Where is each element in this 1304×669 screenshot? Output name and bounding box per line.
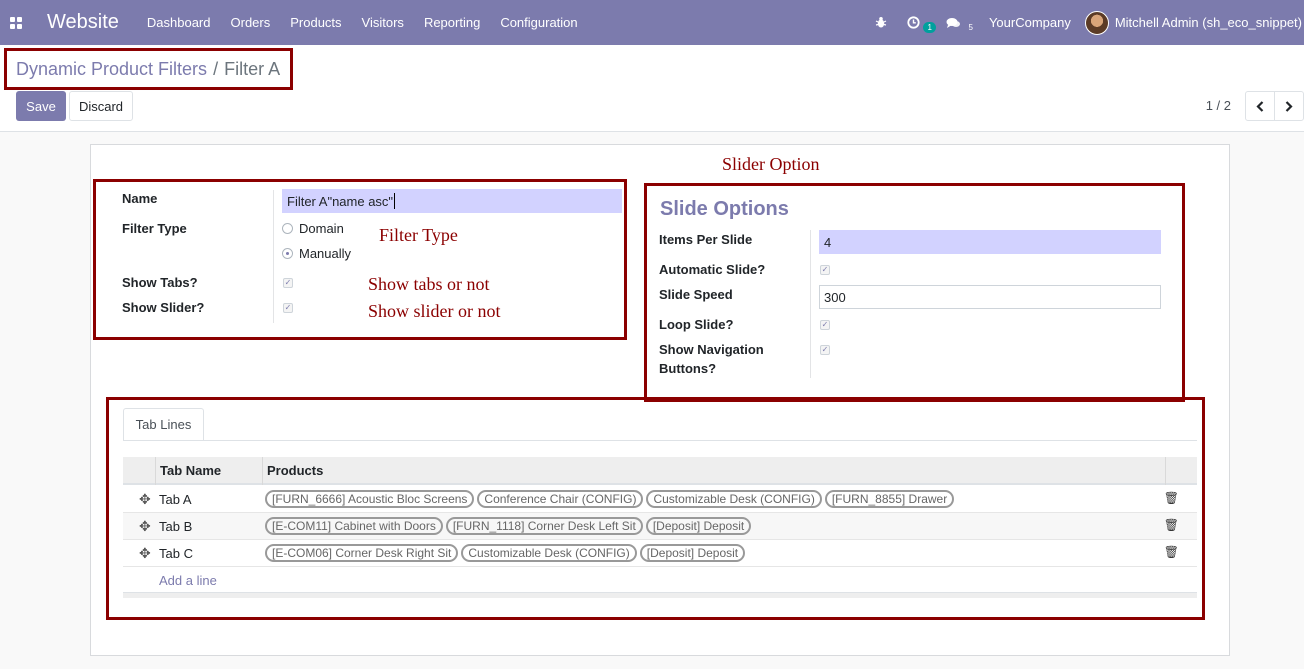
user-menu[interactable]: Mitchell Admin (sh_eco_snippet) [1115, 15, 1304, 30]
menu-orders[interactable]: Orders [221, 15, 281, 30]
pager-value[interactable]: 1 / 2 [1206, 98, 1231, 113]
automatic-slide-checkbox[interactable]: ✓ [820, 265, 830, 275]
product-tag[interactable]: [E-COM06] Corner Desk Right Sit [265, 544, 459, 562]
row-tab-name[interactable]: Tab A [159, 492, 192, 507]
row-tab-name[interactable]: Tab C [159, 546, 193, 561]
show-tabs-annotation: Show tabs or not [368, 274, 490, 294]
menu-reporting[interactable]: Reporting [414, 15, 490, 30]
activity-clock-icon[interactable]: 1 [897, 16, 936, 33]
product-tag[interactable]: Conference Chair (CONFIG) [477, 490, 644, 508]
delete-trash-icon[interactable]: 🗑 [1164, 491, 1179, 505]
show-tabs-checkbox[interactable]: ✓ [283, 278, 293, 288]
table-row[interactable]: ✥ Tab C [E-COM06] Corner Desk Right Sit … [123, 540, 1197, 567]
name-input[interactable]: Filter A"name asc" [282, 189, 622, 213]
messages-comments-icon[interactable]: 5 [936, 17, 977, 32]
pager-previous-chevron-left-icon[interactable] [1245, 91, 1275, 121]
debug-bug-icon[interactable] [865, 16, 897, 29]
company-switcher[interactable]: YourCompany [977, 15, 1085, 30]
row-tab-name[interactable]: Tab B [159, 519, 192, 534]
show-slider-annotation: Show slider or not [368, 301, 501, 321]
activity-count-badge: 1 [923, 22, 936, 33]
slide-options-title: Slide Options [660, 198, 789, 220]
header-separator [1165, 457, 1166, 485]
product-tag[interactable]: Customizable Desk (CONFIG) [646, 490, 822, 508]
filter-type-label: Filter Type [122, 221, 187, 236]
filter-type-annotation: Filter Type [379, 225, 458, 245]
drag-handle-icon[interactable]: ✥ [139, 491, 151, 508]
show-tabs-label: Show Tabs? [122, 275, 198, 290]
product-tag[interactable]: [E-COM11] Cabinet with Doors [265, 517, 443, 535]
domain-radio-label: Domain [299, 221, 344, 236]
pager-next-chevron-right-icon[interactable] [1274, 91, 1304, 121]
manually-radio[interactable] [282, 248, 293, 259]
right-group-divider [810, 230, 811, 378]
drag-handle-icon[interactable]: ✥ [139, 545, 151, 562]
product-tag[interactable]: Customizable Desk (CONFIG) [461, 544, 637, 562]
items-per-slide-input[interactable]: 4 [819, 230, 1161, 254]
filter-type-domain-option[interactable]: Domain [282, 221, 344, 236]
table-footer [123, 592, 1197, 598]
top-navbar: Website Dashboard Orders Products Visito… [0, 0, 1304, 45]
menu-configuration[interactable]: Configuration [490, 15, 587, 30]
app-name[interactable]: Website [47, 11, 119, 34]
drag-handle-icon[interactable]: ✥ [139, 518, 151, 535]
show-navigation-label-line1: Show Navigation [659, 342, 764, 357]
product-tag[interactable]: [FURN_8855] Drawer [824, 490, 955, 508]
column-header-tab-name[interactable]: Tab Name [160, 463, 221, 478]
tab-tab-lines[interactable]: Tab Lines [123, 408, 204, 441]
discard-button[interactable]: Discard [69, 91, 133, 121]
delete-trash-icon[interactable]: 🗑 [1164, 545, 1179, 559]
product-tag[interactable]: [FURN_1118] Corner Desk Left Sit [445, 517, 643, 535]
table-row[interactable]: ✥ Tab A [FURN_6666] Acoustic Bloc Screen… [123, 486, 1197, 513]
save-button[interactable]: Save [16, 91, 66, 121]
tab-lines-table-header: Tab Name Products [123, 457, 1197, 485]
slide-speed-input[interactable]: 300 [819, 285, 1161, 309]
show-navigation-checkbox[interactable]: ✓ [820, 345, 830, 355]
menu-products[interactable]: Products [280, 15, 351, 30]
products-tags: [E-COM06] Corner Desk Right Sit Customiz… [265, 544, 746, 562]
filter-type-manually-option[interactable]: Manually [282, 246, 351, 261]
apps-menu-icon[interactable] [0, 0, 32, 45]
show-navigation-label-line2: Buttons? [659, 361, 717, 376]
delete-trash-icon[interactable]: 🗑 [1164, 518, 1179, 532]
header-separator [262, 457, 263, 485]
breadcrumb-annotation-box [4, 48, 293, 90]
user-avatar[interactable] [1084, 10, 1109, 35]
product-tag[interactable]: [Deposit] Deposit [639, 544, 746, 562]
products-tags: [E-COM11] Cabinet with Doors [FURN_1118]… [265, 517, 752, 535]
add-a-line-link[interactable]: Add a line [159, 573, 217, 588]
slide-speed-label: Slide Speed [659, 287, 733, 302]
tab-underline [123, 440, 1197, 441]
message-count-badge: 5 [968, 22, 973, 32]
left-group-divider [273, 190, 274, 323]
name-label: Name [122, 191, 158, 206]
loop-slide-label: Loop Slide? [659, 317, 734, 332]
manually-radio-label: Manually [299, 246, 352, 261]
table-row[interactable]: ✥ Tab B [E-COM11] Cabinet with Doors [FU… [123, 513, 1197, 540]
menu-dashboard[interactable]: Dashboard [137, 15, 221, 30]
slider-option-annotation: Slider Option [722, 154, 820, 174]
column-header-products[interactable]: Products [267, 463, 323, 478]
items-per-slide-label: Items Per Slide [659, 232, 753, 247]
text-cursor [394, 193, 395, 209]
product-tag[interactable]: [FURN_6666] Acoustic Bloc Screens [265, 490, 475, 508]
loop-slide-checkbox[interactable]: ✓ [820, 320, 830, 330]
menu-visitors[interactable]: Visitors [352, 15, 414, 30]
product-tag[interactable]: [Deposit] Deposit [645, 517, 752, 535]
automatic-slide-label: Automatic Slide? [659, 262, 766, 277]
domain-radio[interactable] [282, 223, 293, 234]
show-slider-checkbox[interactable]: ✓ [283, 303, 293, 313]
show-slider-label: Show Slider? [122, 300, 205, 315]
products-tags: [FURN_6666] Acoustic Bloc Screens Confer… [265, 490, 955, 508]
header-separator [155, 457, 156, 485]
